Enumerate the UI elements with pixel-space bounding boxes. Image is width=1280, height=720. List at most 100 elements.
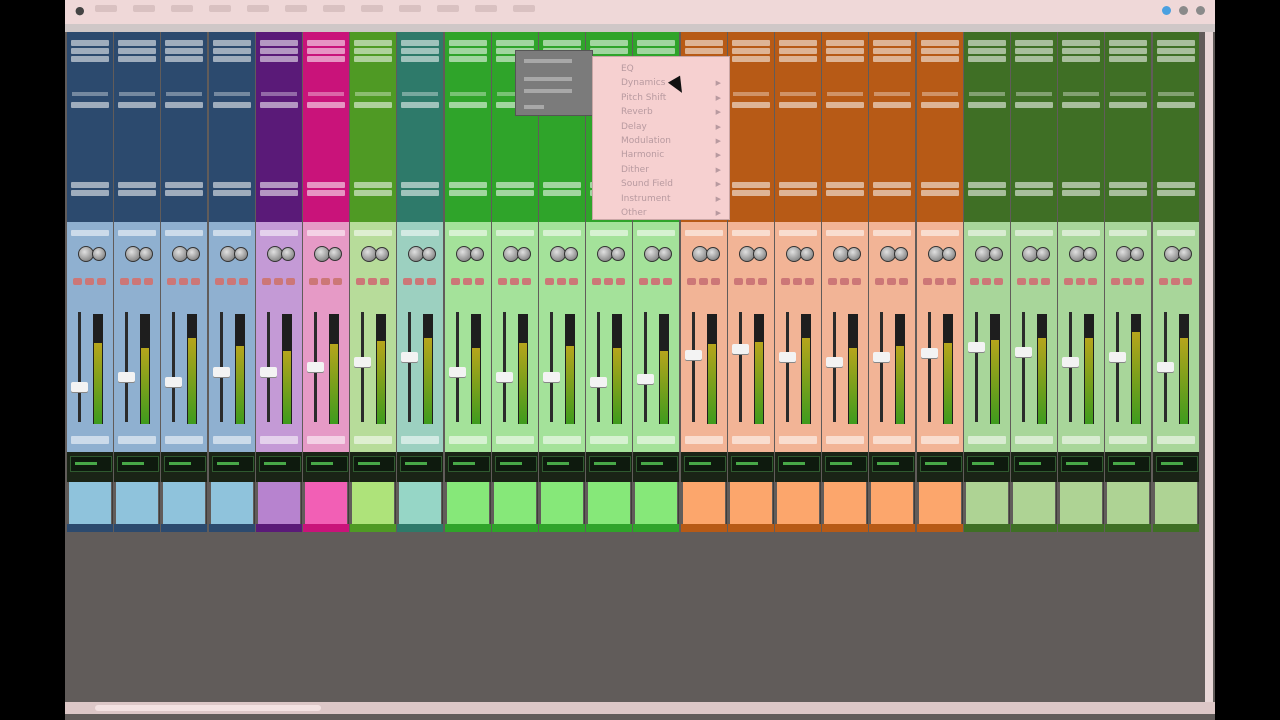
- solo-mute-button[interactable]: [368, 278, 378, 285]
- insert-slot[interactable]: [259, 48, 298, 54]
- solo-mute-button[interactable]: [922, 278, 932, 285]
- solo-mute-button[interactable]: [309, 278, 318, 285]
- menu-item-instrument[interactable]: Instrument: [621, 193, 671, 205]
- solo-mute-button[interactable]: [1017, 278, 1026, 285]
- solo-mute-button[interactable]: [663, 278, 673, 285]
- solo-mute-button[interactable]: [757, 278, 767, 285]
- fader-track[interactable]: [786, 312, 789, 422]
- track-name-button[interactable]: [1015, 436, 1053, 444]
- solo-mute-button[interactable]: [214, 278, 224, 285]
- pan-knob-icon[interactable]: [422, 247, 437, 261]
- solo-mute-button[interactable]: [899, 278, 909, 285]
- solo-mute-button[interactable]: [1064, 278, 1074, 285]
- menu-title[interactable]: [209, 5, 231, 12]
- solo-mute-button[interactable]: [427, 278, 437, 285]
- pan-knob-icon[interactable]: [1130, 247, 1145, 261]
- track-name-button[interactable]: [684, 436, 723, 444]
- send-slot[interactable]: [308, 92, 344, 96]
- insert-slot[interactable]: [731, 48, 770, 54]
- insert-slot[interactable]: [826, 182, 865, 188]
- fader-track[interactable]: [1022, 312, 1025, 422]
- fader-track[interactable]: [1116, 312, 1120, 422]
- menu-item-harmonic[interactable]: Harmonic: [621, 149, 664, 161]
- solo-mute-button[interactable]: [85, 278, 94, 285]
- solo-mute-button[interactable]: [875, 278, 885, 285]
- send-slot[interactable]: [260, 92, 297, 96]
- volume-readout[interactable]: [494, 456, 537, 472]
- pan-knob-icon[interactable]: [328, 247, 342, 261]
- track-color-swatch[interactable]: [777, 482, 819, 524]
- io-selector[interactable]: [448, 230, 487, 236]
- menu-item-placeholder[interactable]: [524, 59, 572, 63]
- pan-knob-icon[interactable]: [516, 247, 531, 261]
- insert-slot[interactable]: [1156, 48, 1195, 54]
- track-color-swatch[interactable]: [541, 482, 583, 524]
- mix-window-title-bar[interactable]: [65, 24, 1215, 32]
- track-name-button[interactable]: [967, 436, 1006, 444]
- solo-mute-button[interactable]: [828, 278, 838, 285]
- solo-mute-button[interactable]: [521, 278, 531, 285]
- horizontal-scrollbar[interactable]: [65, 702, 1215, 714]
- track-name-button[interactable]: [165, 436, 204, 444]
- fader-handle[interactable]: [259, 367, 277, 377]
- volume-readout[interactable]: [683, 456, 726, 472]
- insert-slot[interactable]: [354, 102, 393, 108]
- insert-slot[interactable]: [779, 182, 817, 188]
- fader-handle[interactable]: [826, 357, 844, 367]
- insert-slot[interactable]: [118, 182, 157, 188]
- pan-knob-icon[interactable]: [658, 247, 673, 261]
- insert-slot[interactable]: [873, 56, 912, 62]
- solo-mute-button[interactable]: [698, 278, 708, 285]
- solo-mute-button[interactable]: [946, 278, 956, 285]
- menu-title[interactable]: [323, 5, 345, 12]
- io-selector[interactable]: [1015, 230, 1053, 236]
- solo-mute-button[interactable]: [1111, 278, 1121, 285]
- fader-track[interactable]: [502, 312, 506, 422]
- insert-slot[interactable]: [354, 48, 393, 54]
- fader-handle[interactable]: [118, 372, 136, 382]
- insert-slot[interactable]: [779, 40, 817, 46]
- io-selector[interactable]: [401, 230, 440, 236]
- solo-mute-button[interactable]: [238, 278, 248, 285]
- io-selector[interactable]: [118, 230, 157, 236]
- pan-knob-icon[interactable]: [800, 247, 814, 261]
- track-name-button[interactable]: [1062, 436, 1101, 444]
- solo-mute-button[interactable]: [592, 278, 602, 285]
- insert-slot[interactable]: [1156, 102, 1195, 108]
- menu-title[interactable]: [95, 5, 117, 12]
- insert-slot[interactable]: [448, 40, 487, 46]
- io-selector[interactable]: [165, 230, 204, 236]
- volume-readout[interactable]: [211, 456, 254, 472]
- fader-handle[interactable]: [1109, 352, 1127, 362]
- insert-slot[interactable]: [873, 102, 912, 108]
- fader-handle[interactable]: [731, 344, 749, 354]
- insert-slot[interactable]: [1062, 102, 1101, 108]
- solo-mute-button[interactable]: [545, 278, 554, 285]
- insert-slot[interactable]: [354, 56, 393, 62]
- insert-slot[interactable]: [731, 190, 770, 196]
- track-color-swatch[interactable]: [1013, 482, 1055, 524]
- insert-slot[interactable]: [826, 102, 865, 108]
- insert-slot[interactable]: [1156, 190, 1195, 196]
- insert-slot[interactable]: [967, 40, 1006, 46]
- fader-track[interactable]: [1069, 312, 1073, 422]
- insert-slot[interactable]: [920, 56, 959, 62]
- insert-slot[interactable]: [212, 190, 251, 196]
- solo-mute-button[interactable]: [497, 278, 507, 285]
- fader-track[interactable]: [408, 312, 412, 422]
- solo-mute-button[interactable]: [1158, 278, 1168, 285]
- send-slot[interactable]: [1157, 92, 1194, 96]
- send-slot[interactable]: [968, 92, 1005, 96]
- fader-handle[interactable]: [637, 374, 655, 384]
- solo-mute-button[interactable]: [509, 278, 519, 285]
- fader-handle[interactable]: [401, 352, 419, 362]
- volume-readout[interactable]: [70, 456, 112, 472]
- insert-slot[interactable]: [779, 48, 817, 54]
- fader-handle[interactable]: [920, 348, 938, 358]
- solo-mute-button[interactable]: [73, 278, 82, 285]
- insert-slot[interactable]: [1109, 102, 1148, 108]
- insert-slot[interactable]: [165, 102, 204, 108]
- fader-track[interactable]: [974, 312, 978, 422]
- solo-mute-button[interactable]: [852, 278, 862, 285]
- insert-slot[interactable]: [1156, 182, 1195, 188]
